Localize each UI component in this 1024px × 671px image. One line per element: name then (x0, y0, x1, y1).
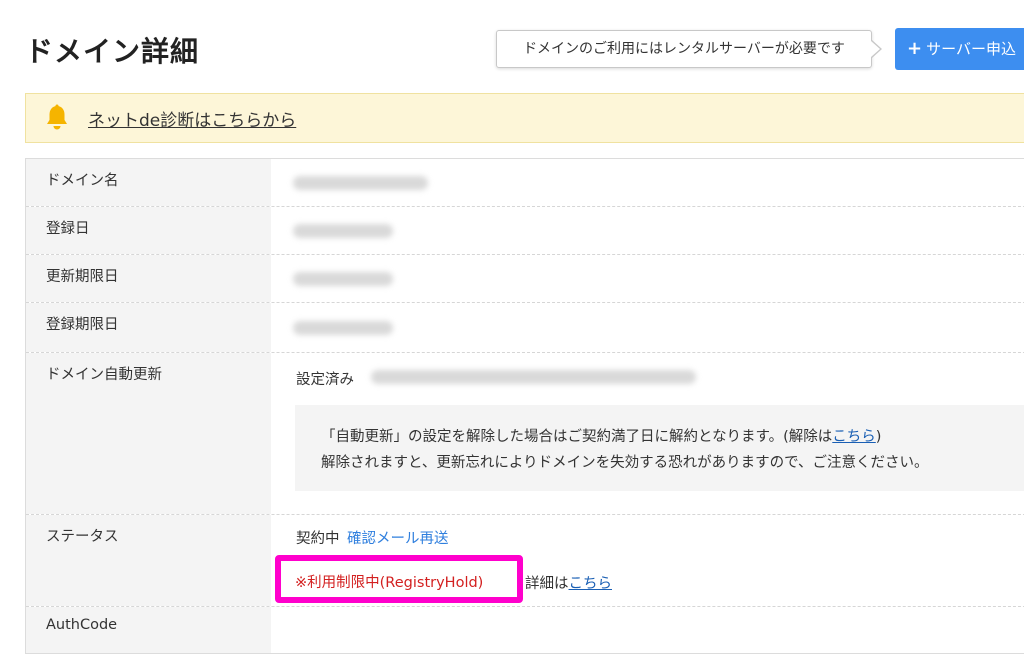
details-here-link[interactable]: こちら (569, 576, 613, 592)
blurred-registration-date (293, 224, 393, 238)
net-diagnosis-link[interactable]: ネットde診断はこちらから (88, 106, 296, 131)
page-title: ドメイン詳細 (25, 35, 200, 68)
resend-confirmation-link[interactable]: 確認メール再送 (347, 527, 449, 548)
row-authcode: AuthCode (26, 607, 1024, 653)
domain-detail-table: ドメイン名 登録日 更新期限日 登録期限日 ドメイン自動更新 設定済み 「自動更… (25, 158, 1024, 654)
server-required-tooltip: ドメインのご利用にはレンタルサーバーが必要です (496, 30, 872, 68)
info-line-1-close: ) (875, 429, 882, 445)
plus-icon: + (907, 38, 923, 59)
row-value (271, 303, 1024, 352)
info-line-1-text: 「自動更新」の設定を解除した場合はご契約満了日に解約となります。(解除は (321, 429, 833, 445)
info-line-1: 「自動更新」の設定を解除した場合はご契約満了日に解約となります。(解除はこちら) (321, 425, 881, 446)
row-renewal-deadline: 更新期限日 (26, 255, 1024, 303)
contract-status: 契約中 (296, 531, 340, 547)
row-label: 登録日 (26, 207, 271, 254)
row-label: 更新期限日 (26, 255, 271, 302)
row-auto-renew: ドメイン自動更新 設定済み 「自動更新」の設定を解除した場合はご契約満了日に解約… (26, 353, 1024, 515)
row-status: ステータス 契約中 確認メール再送 ※利用制限中(RegistryHold) 詳… (26, 515, 1024, 607)
details-text: 詳細はこちら (525, 572, 612, 593)
row-value (271, 255, 1024, 302)
details-prefix: 詳細は (525, 576, 569, 592)
registry-hold-status: ※利用制限中(RegistryHold) (295, 575, 484, 591)
row-value (271, 159, 1024, 206)
info-line-2: 解除されますと、更新忘れによりドメインを失効する恐れがありますので、ご注意くださ… (321, 455, 929, 471)
row-label: ドメイン自動更新 (26, 353, 271, 514)
row-value: 契約中 確認メール再送 ※利用制限中(RegistryHold) 詳細はこちら (271, 515, 1024, 606)
row-value (271, 607, 1024, 653)
row-label: ステータス (26, 515, 271, 606)
server-apply-label: サーバー申込 (926, 40, 1016, 58)
row-value: 設定済み 「自動更新」の設定を解除した場合はご契約満了日に解約となります。(解除… (271, 353, 1024, 514)
cancel-here-link[interactable]: こちら (832, 429, 876, 445)
tooltip-arrow-inner (871, 41, 880, 57)
restriction-highlight: ※利用制限中(RegistryHold) (275, 555, 523, 603)
blurred-renewal-deadline (293, 272, 393, 286)
row-label: ドメイン名 (26, 159, 271, 206)
server-apply-button[interactable]: + サーバー申込 (895, 28, 1024, 70)
row-domain-name: ドメイン名 (26, 159, 1024, 207)
auto-renew-info-box: 「自動更新」の設定を解除した場合はご契約満了日に解約となります。(解除はこちら)… (295, 405, 1024, 491)
blurred-domain-name (293, 176, 428, 190)
row-label: AuthCode (26, 607, 271, 653)
row-label: 登録期限日 (26, 303, 271, 352)
blurred-registration-expiry (293, 321, 393, 335)
blurred-auto-renew-detail (371, 370, 696, 384)
row-registration-expiry: 登録期限日 (26, 303, 1024, 353)
auto-renew-status: 設定済み (296, 372, 354, 388)
row-value (271, 207, 1024, 254)
row-registration-date: 登録日 (26, 207, 1024, 255)
notice-bar: ネットde診断はこちらから (25, 93, 1024, 143)
bell-icon (47, 104, 67, 130)
